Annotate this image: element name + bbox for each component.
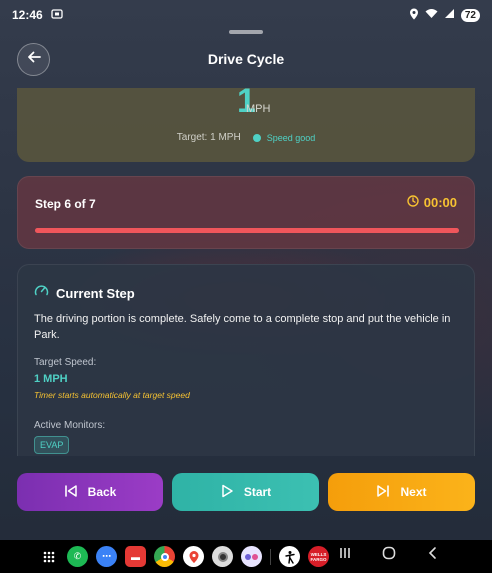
back-button-label: Back (87, 485, 117, 499)
phone-icon[interactable]: ✆ (67, 546, 88, 567)
camera-icon[interactable] (212, 546, 233, 567)
step-timer: 00:00 (407, 195, 457, 210)
maps-icon[interactable] (183, 546, 204, 567)
timer-value: 00:00 (423, 195, 457, 210)
skip-forward-icon (376, 484, 390, 501)
accessibility-icon[interactable] (279, 546, 300, 567)
start-button[interactable]: Start (172, 473, 319, 511)
current-step-card: Current Step The driving portion is comp… (17, 264, 475, 456)
target-speed-value: 1 MPH (34, 373, 68, 385)
signal-icon (444, 8, 455, 22)
current-step-description: The driving portion is complete. Safely … (34, 313, 451, 341)
clock-icon (407, 195, 419, 210)
status-time: 12:46 (12, 8, 43, 22)
step-counter: Step 6 of 7 (35, 197, 96, 211)
monitor-badge-evap: EVAP (34, 436, 70, 454)
step-progress-bar (35, 228, 459, 233)
wells-fargo-icon[interactable]: WELLS FARGO (308, 546, 329, 567)
app-drawer-icon[interactable] (38, 546, 59, 567)
start-button-label: Start (243, 485, 272, 499)
page-title: Drive Cycle (207, 51, 285, 67)
sheet-drag-handle[interactable] (229, 30, 263, 34)
battery-indicator: 72 (460, 8, 480, 22)
screenshot-icon (51, 8, 63, 23)
current-step-header: Current Step (34, 283, 135, 303)
speed-status-text: Speed good (266, 132, 316, 143)
target-speed-label: Target Speed: (34, 357, 97, 368)
step-progress-fill (35, 228, 459, 233)
wifi-icon (425, 8, 438, 22)
dock-divider (270, 548, 271, 565)
current-speed-unit: MPH (246, 103, 271, 115)
next-button-label: Next (400, 485, 427, 499)
play-icon (220, 484, 234, 501)
dual-app-icon[interactable] (241, 546, 262, 567)
back-button[interactable]: Back (17, 473, 163, 511)
messages-icon[interactable]: ⋯ (96, 546, 117, 567)
system-nav-bar: ✆ ⋯ ▬ WELLS FARGO (0, 540, 492, 573)
active-monitors-label: Active Monitors: (34, 420, 106, 431)
location-icon (409, 8, 419, 23)
step-progress-card: Step 6 of 7 00:00 (17, 176, 475, 249)
skip-back-icon (64, 484, 78, 501)
home-icon[interactable] (382, 546, 396, 563)
recents-icon[interactable] (339, 546, 351, 563)
notes-icon[interactable]: ▬ (125, 546, 146, 567)
current-step-title: Current Step (56, 285, 135, 301)
speed-status-dot (252, 133, 261, 142)
next-button[interactable]: Next (328, 473, 475, 511)
status-bar: 12:46 72 (0, 0, 492, 30)
chrome-icon[interactable] (154, 546, 175, 567)
gauge-icon (34, 283, 49, 303)
system-back-icon[interactable] (427, 546, 437, 563)
target-row: Target: 1 MPH Speed good (17, 132, 475, 143)
speed-card: 1 MPH Target: 1 MPH Speed good (17, 82, 475, 162)
current-speed-value: 1 (237, 82, 256, 120)
target-speed-text: Target: 1 MPH (176, 132, 241, 143)
timer-note: Timer starts automatically at target spe… (34, 390, 190, 400)
